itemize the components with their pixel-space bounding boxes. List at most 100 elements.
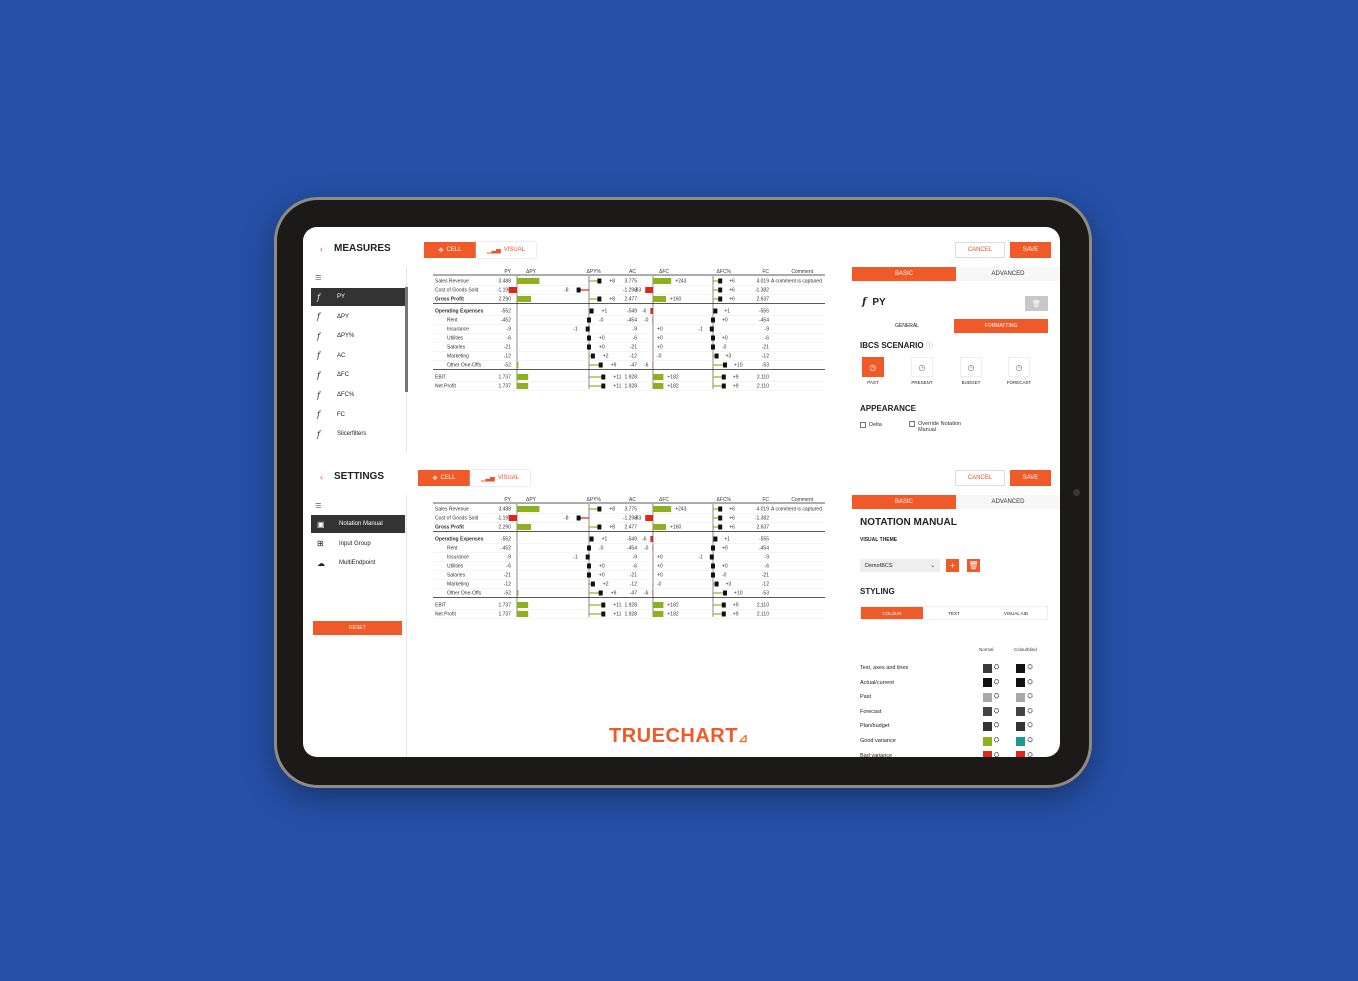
paint-bucket-icon[interactable]: ⛭: [994, 664, 1004, 672]
scrollbar[interactable]: [405, 287, 408, 392]
cancel-button[interactable]: CANCEL: [955, 242, 1005, 258]
tab-colour[interactable]: COLOUR: [861, 607, 923, 619]
row-label: Marketing: [447, 354, 469, 360]
function-icon: f: [862, 297, 867, 308]
hamburger-icon[interactable]: ≡: [315, 500, 321, 512]
fc-value: -6: [765, 564, 770, 570]
tab-basic[interactable]: BASIC: [852, 495, 956, 509]
paint-bucket-icon[interactable]: ⛭: [1027, 679, 1037, 687]
tab-advanced[interactable]: ADVANCED: [956, 495, 1060, 509]
subtab-formatting[interactable]: FORMATTING: [954, 319, 1048, 333]
ac-value: 1.928: [624, 603, 637, 609]
colour-swatch[interactable]: [982, 678, 992, 688]
dfcp-head: [721, 611, 726, 617]
sidebar-item-setting[interactable]: ⊞ Input Group: [311, 535, 405, 553]
paint-bucket-icon[interactable]: ⛭: [1027, 664, 1037, 672]
colour-swatch[interactable]: [982, 751, 992, 757]
styling-heading: STYLING: [860, 587, 895, 596]
override-checkbox[interactable]: Override Notation Manual: [909, 421, 961, 433]
tablet-camera: [1073, 489, 1080, 496]
colour-swatch[interactable]: [1016, 736, 1026, 746]
fc-value: -21: [762, 345, 769, 351]
hamburger-icon[interactable]: ≡: [315, 272, 321, 284]
colour-swatch[interactable]: [1016, 663, 1026, 673]
scenario-past[interactable]: ◷ PAST: [858, 357, 888, 385]
clock-icon: ◷: [960, 357, 982, 377]
paint-bucket-icon[interactable]: ⛭: [994, 679, 1004, 687]
dfcp-label: +9: [733, 612, 739, 618]
ac-value: -21: [630, 345, 637, 351]
dfcp-label: +3: [726, 354, 732, 360]
paint-bucket-icon[interactable]: ⛭: [1027, 737, 1037, 745]
sidebar-item-measure[interactable]: f PY: [311, 288, 405, 306]
colour-swatch[interactable]: [1016, 707, 1026, 717]
scenario-budget[interactable]: ◷ BUDGET: [956, 357, 986, 385]
scenario-forecast[interactable]: ◷ FORECAST: [1004, 357, 1034, 385]
row-label: Cost of Goods Sold: [435, 288, 479, 294]
colour-swatch[interactable]: [982, 707, 992, 717]
dpyp-head: [601, 374, 606, 380]
sidebar-item-measure[interactable]: f ΔPY: [311, 308, 405, 326]
sidebar-item-measure[interactable]: f ΔFC%: [311, 386, 405, 404]
tab-basic[interactable]: BASIC: [852, 267, 956, 281]
tab-visual[interactable]: ▁▃▅ VISUAL: [470, 470, 530, 486]
paint-bucket-icon[interactable]: ⛭: [994, 693, 1004, 701]
dpyp-label: +2: [603, 582, 609, 588]
add-theme-button[interactable]: +: [946, 559, 959, 572]
colour-swatch[interactable]: [1016, 721, 1026, 731]
subtab-general[interactable]: GENERAL: [860, 319, 954, 333]
paint-bucket-icon[interactable]: ⛭: [1027, 693, 1037, 701]
paint-bucket-icon[interactable]: ⛭: [1027, 708, 1037, 716]
info-icon[interactable]: ⓘ: [926, 343, 933, 350]
column-header: AC: [629, 497, 636, 503]
tab-text[interactable]: TEXT: [923, 607, 985, 619]
colour-swatch[interactable]: [982, 736, 992, 746]
back-chevron-icon[interactable]: ‹: [320, 244, 323, 254]
save-button[interactable]: SAVE: [1010, 470, 1051, 486]
scenario-present[interactable]: ◷ PRESENT: [907, 357, 937, 385]
dfcp-label: +6: [729, 297, 735, 303]
paint-bucket-icon[interactable]: ⛭: [1027, 752, 1037, 757]
paint-bucket-icon[interactable]: ⛭: [1027, 722, 1037, 730]
paint-bucket-icon[interactable]: ⛭: [994, 752, 1004, 757]
ac-value: -454: [627, 318, 637, 324]
tab-cell[interactable]: ✥ CELL: [418, 470, 470, 486]
sidebar-item-setting[interactable]: ▣ Notation Manual: [311, 515, 405, 533]
row-label: Insurance: [447, 327, 469, 333]
sidebar-item-setting[interactable]: ☁ MultiEndpoint: [311, 554, 405, 572]
sidebar-item-measure[interactable]: f ΔFC: [311, 366, 405, 384]
py-value: 1.737: [498, 375, 511, 381]
colour-swatch[interactable]: [982, 692, 992, 702]
tablet-screen: ‹ MEASURES ✥ CELL ▁▃▅ VISUAL CANCEL SAVE ≡…: [303, 227, 1060, 757]
tab-visual[interactable]: ▁▃▅ VISUAL: [476, 242, 536, 258]
sidebar-item-measure[interactable]: f ΔPY%: [311, 327, 405, 345]
dpyp-label: +11: [613, 375, 621, 381]
sidebar-item-measure[interactable]: f AC: [311, 347, 405, 365]
dfcp-label: +3: [726, 582, 732, 588]
colour-swatch[interactable]: [982, 721, 992, 731]
visual-theme-select[interactable]: DemoIBCS ⌄: [860, 559, 940, 572]
delete-theme-button[interactable]: 🗑: [967, 559, 980, 572]
colour-swatch[interactable]: [982, 663, 992, 673]
paint-bucket-icon[interactable]: ⛭: [994, 737, 1004, 745]
tab-cell[interactable]: ✥ CELL: [424, 242, 476, 258]
cancel-button[interactable]: CANCEL: [955, 470, 1005, 486]
paint-bucket-icon[interactable]: ⛭: [994, 722, 1004, 730]
dfcp-head: [721, 383, 726, 389]
colour-swatch[interactable]: [1016, 692, 1026, 702]
colour-swatch[interactable]: [1016, 751, 1026, 757]
tab-advanced[interactable]: ADVANCED: [956, 267, 1060, 281]
reset-button[interactable]: RESET: [313, 621, 402, 635]
back-chevron-icon[interactable]: ‹: [320, 472, 323, 482]
delta-checkbox[interactable]: Delta: [860, 422, 882, 428]
dpyp-head: [587, 545, 591, 551]
sidebar-item-measure[interactable]: f Slicerfilters: [311, 425, 405, 443]
tab-visual-aid[interactable]: VISUAL AID: [985, 607, 1047, 619]
row-label: Other One-Offs: [447, 591, 482, 597]
sidebar-item-measure[interactable]: f FC: [311, 406, 405, 424]
colour-swatch[interactable]: [1016, 678, 1026, 688]
save-button[interactable]: SAVE: [1010, 242, 1051, 258]
dfcp-head: [711, 572, 715, 578]
delete-button[interactable]: 🗑: [1025, 296, 1048, 311]
paint-bucket-icon[interactable]: ⛭: [994, 708, 1004, 716]
